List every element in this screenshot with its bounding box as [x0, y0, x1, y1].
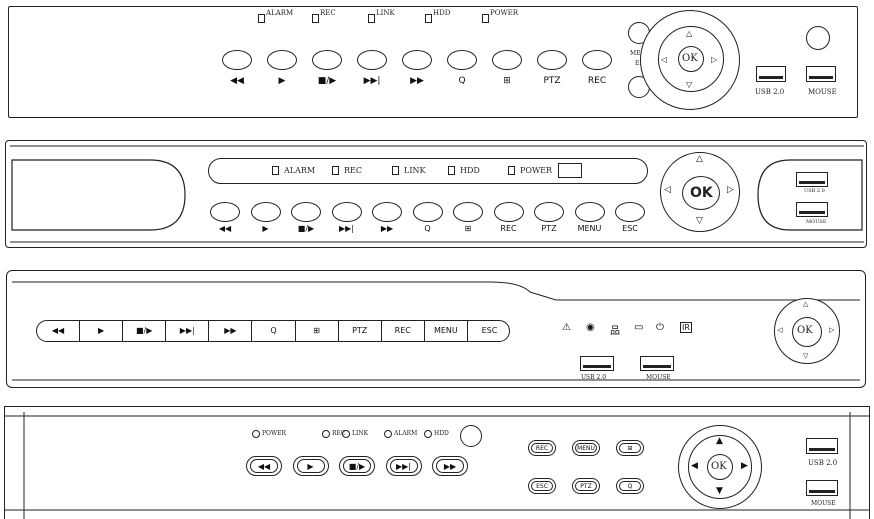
panel4-button-1[interactable]: ▶: [292, 456, 329, 476]
panel4-button-label-3: ▶▶|: [389, 459, 418, 473]
up-arrow-icon[interactable]: ▲: [716, 436, 723, 446]
panel4-button-3[interactable]: ▶▶|: [385, 456, 422, 476]
panel4-small-button[interactable]: ESC: [528, 478, 556, 494]
indicator-label: ALARM: [394, 430, 418, 437]
usb-port-label: USB 2.0: [808, 459, 838, 467]
ir-receiver: [460, 425, 482, 447]
panel4-button-label-4: ▶▶: [436, 459, 464, 473]
right-arrow-icon[interactable]: ▶: [741, 461, 748, 471]
panel4-small-button[interactable]: REC: [528, 440, 556, 456]
panel4-button-0[interactable]: ◀◀: [246, 456, 282, 476]
panel4-button-2[interactable]: ■/▶: [339, 456, 375, 476]
panel4-small-button-label: REC: [531, 443, 553, 453]
panel4-button-label-0: ◀◀: [250, 459, 278, 473]
down-arrow-icon[interactable]: ▼: [716, 486, 723, 496]
ok-label: OK: [711, 461, 727, 472]
mouse-port[interactable]: [806, 480, 838, 496]
panel4-small-button-label: ⊞: [619, 443, 641, 453]
indicator-label: HDD: [434, 430, 449, 437]
panel4-small-button[interactable]: PTZ: [572, 478, 600, 494]
panel4-small-button-label: ESC: [531, 481, 553, 491]
panel4-small-button-label: PTZ: [575, 481, 597, 491]
panel4-small-button-label: Q: [619, 481, 641, 491]
mouse-port-label: MOUSE: [811, 500, 836, 507]
indicator-light: [342, 430, 350, 438]
panel4-small-button[interactable]: Q: [616, 478, 644, 494]
indicator-light: [252, 430, 260, 438]
panel4-button-label-2: ■/▶: [343, 459, 371, 473]
panel4-small-button-label: MENU: [575, 443, 597, 453]
panel4-button-4[interactable]: ▶▶: [432, 456, 468, 476]
panel4-button-label-1: ▶: [296, 459, 325, 473]
usb-port[interactable]: [806, 438, 838, 454]
left-arrow-icon[interactable]: ◀: [691, 461, 698, 471]
panel4-small-button[interactable]: ⊞: [616, 440, 644, 456]
indicator-label: LINK: [352, 430, 369, 437]
panel4-small-button[interactable]: MENU: [572, 440, 600, 456]
indicator-label: POWER: [262, 430, 287, 437]
indicator-light: [384, 430, 392, 438]
indicator-light: [322, 430, 330, 438]
indicator-light: [424, 430, 432, 438]
